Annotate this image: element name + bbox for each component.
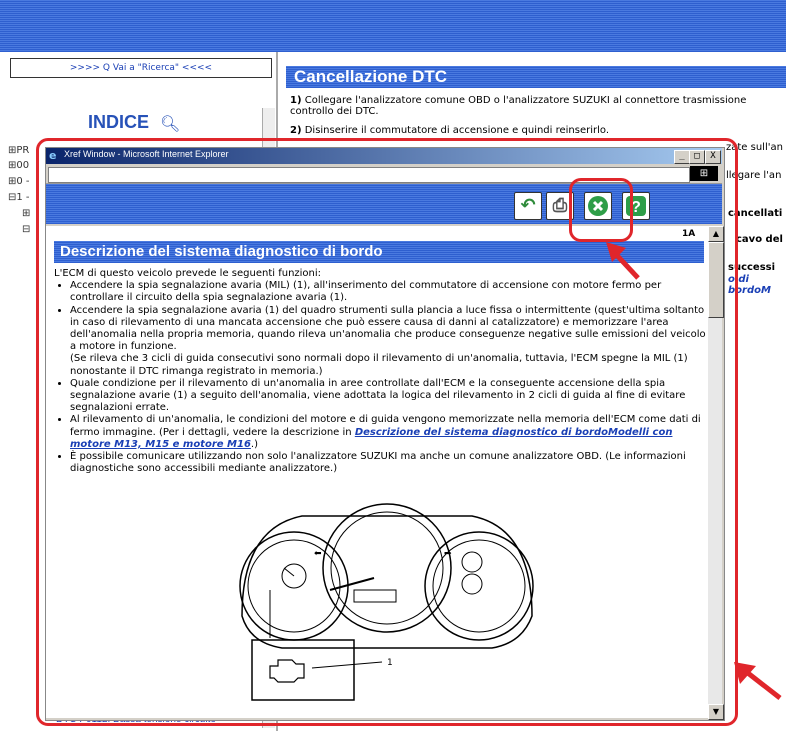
- tree-item[interactable]: ⊟: [22, 224, 30, 235]
- peek-text: cavo del: [736, 234, 783, 245]
- annotation-close-outline: [569, 178, 633, 242]
- tree-item[interactable]: ⊞00: [8, 160, 29, 171]
- right-section-title: Cancellazione DTC: [294, 67, 448, 86]
- indice-heading: INDICE: [88, 112, 150, 132]
- annotation-arrow-icon: [734, 662, 782, 700]
- tree-item[interactable]: ⊟1 -: [8, 192, 30, 203]
- search-icon[interactable]: 🔍︎: [160, 114, 180, 133]
- tree-item[interactable]: ⊞: [22, 208, 30, 219]
- step-1: 1) Collegare l'analizzatore comune OBD o…: [290, 95, 747, 117]
- tree-item[interactable]: ⊞0 -: [8, 176, 30, 187]
- tree-item[interactable]: ⊞PR: [8, 145, 29, 156]
- top-banner: [0, 0, 786, 52]
- step-2: 2) Disinserire il commutatore di accensi…: [290, 125, 610, 136]
- search-link[interactable]: >>>> Q Vai a "Ricerca" <<<<: [10, 58, 272, 78]
- annotation-arrow-icon: [606, 242, 640, 280]
